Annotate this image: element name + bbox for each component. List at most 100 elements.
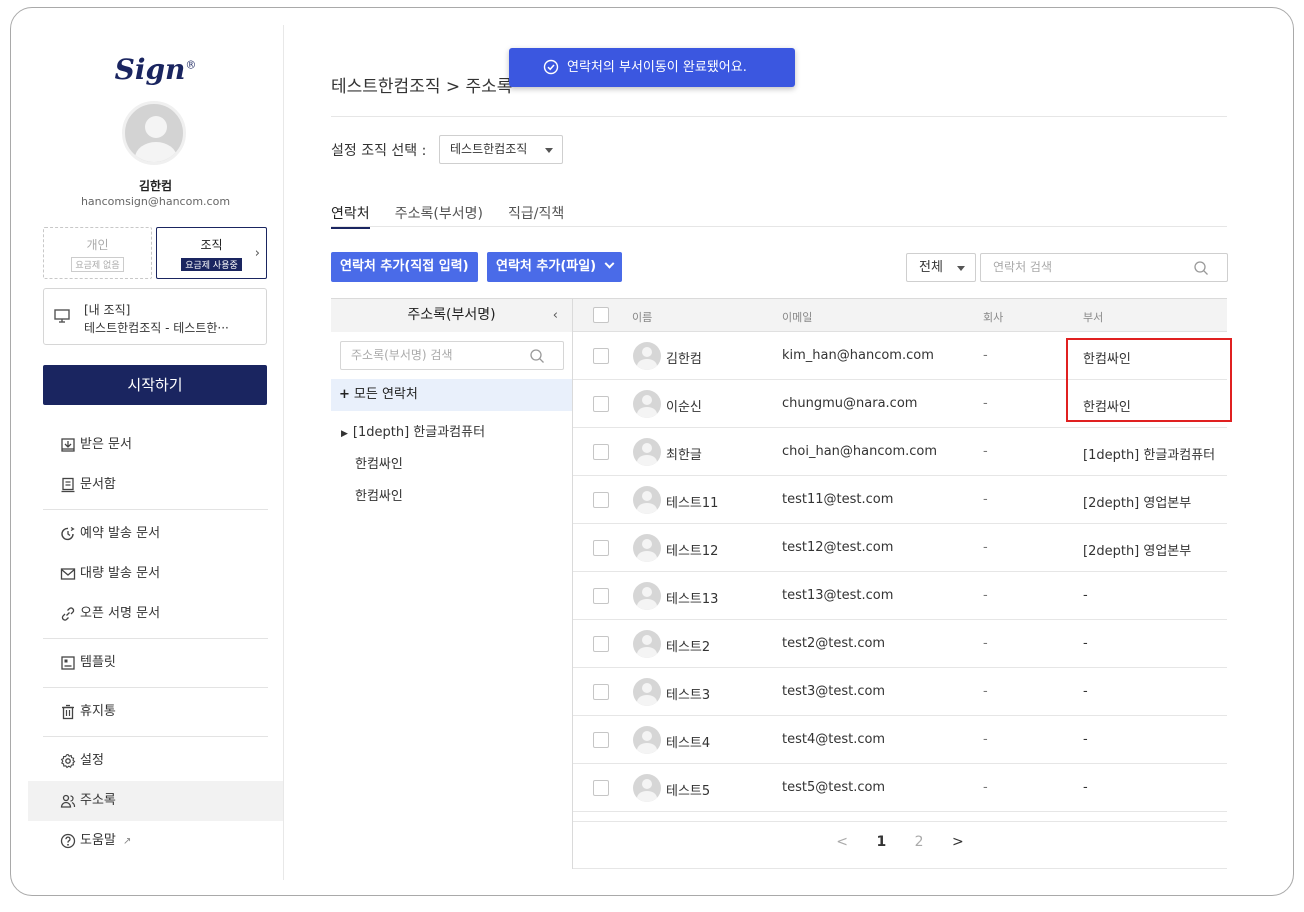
org-select[interactable]: 테스트한컴조직	[439, 135, 563, 164]
plan-personal-tag: 요금제 없음	[71, 257, 124, 272]
collapse-icon[interactable]: ‹	[553, 299, 558, 332]
avatar	[633, 774, 661, 802]
search-icon[interactable]	[1193, 260, 1209, 276]
tree-item-hancomsign[interactable]: 한컴싸인	[355, 485, 403, 504]
add-contact-direct-button[interactable]: 연락처 추가(직접 입력)	[331, 252, 478, 282]
row-checkbox[interactable]	[593, 588, 609, 604]
tab-address-book[interactable]: 주소록(부서명)	[395, 203, 483, 227]
row-checkbox[interactable]	[593, 684, 609, 700]
contact-email: chungmu@nara.com	[782, 396, 918, 411]
table-row[interactable]: 테스트2 test2@test.com - -	[573, 620, 1227, 668]
add-contact-file-button[interactable]: 연락처 추가(파일)	[487, 252, 623, 282]
external-link-icon: ↗	[123, 836, 132, 847]
plan-org-tag: 요금제 사용중	[181, 258, 242, 271]
avatar	[633, 342, 661, 370]
contact-email: kim_han@hancom.com	[782, 348, 934, 363]
next-page-button[interactable]: >	[952, 834, 964, 850]
menu-item-help[interactable]: 도움말 ↗	[28, 821, 283, 861]
menu-item-received[interactable]: 받은 문서	[28, 425, 283, 465]
menu-item-bulk[interactable]: 대량 발송 문서	[28, 554, 283, 594]
start-button[interactable]: 시작하기	[43, 365, 267, 405]
menu-item-scheduled[interactable]: 예약 발송 문서	[28, 514, 283, 554]
user-name: 김한컴	[138, 179, 173, 193]
pagination: < 1 2 >	[573, 834, 1227, 850]
avatar	[633, 726, 661, 754]
row-checkbox[interactable]	[593, 492, 609, 508]
menu-divider	[43, 509, 268, 510]
tab-positions[interactable]: 직급/직책	[508, 203, 564, 227]
menu-item-contacts[interactable]: 주소록	[28, 781, 283, 821]
menu-item-docbox[interactable]: 문서함	[28, 465, 283, 505]
select-all-checkbox[interactable]	[593, 307, 609, 323]
menu-item-trash[interactable]: 휴지통	[28, 692, 283, 732]
row-checkbox[interactable]	[593, 444, 609, 460]
caret-right-icon: ▶	[341, 429, 348, 439]
page-2-button[interactable]: 2	[915, 834, 924, 850]
plan-personal-label: 개인	[86, 238, 109, 252]
menu-label: 대량 발송 문서	[80, 566, 161, 581]
contact-company: -	[983, 540, 988, 555]
row-checkbox[interactable]	[593, 348, 609, 364]
org-select-label: 설정 조직 선택 :	[331, 143, 427, 159]
sidebar: Sign® 김한컴 hancomsign@hancom.com 개인 요금제 없…	[28, 25, 283, 880]
prev-page-button[interactable]: <	[836, 834, 848, 850]
plan-org-card[interactable]: 조직 요금제 사용중 ›	[156, 227, 267, 279]
menu-divider	[43, 687, 268, 688]
address-book-title: 주소록(부서명)	[407, 307, 496, 323]
row-checkbox[interactable]	[593, 732, 609, 748]
avatar[interactable]	[122, 101, 186, 165]
tab-bar: 연락처 주소록(부서명) 직급/직책	[331, 203, 584, 229]
table-row[interactable]: 테스트11 test11@test.com - [2depth] 영업본부	[573, 476, 1227, 524]
search-icon[interactable]	[529, 348, 545, 364]
menu-item-template[interactable]: 템플릿	[28, 643, 283, 683]
tree-item-hancomsign[interactable]: 한컴싸인	[355, 453, 403, 472]
contact-email: choi_han@hancom.com	[782, 444, 938, 459]
table-row[interactable]: 테스트12 test12@test.com - [2depth] 영업본부	[573, 524, 1227, 572]
table-row[interactable]: 최한글 choi_han@hancom.com - [1depth] 한글과컴퓨터	[573, 428, 1227, 476]
address-book-header: 주소록(부서명) ‹	[331, 299, 572, 332]
menu-label: 받은 문서	[80, 437, 132, 452]
contact-name: 테스트12	[666, 544, 719, 559]
contact-search-input[interactable]: 연락처 검색	[980, 253, 1228, 282]
contact-name: 테스트4	[666, 736, 711, 751]
header-divider	[331, 116, 1227, 117]
org-select-value: 테스트한컴조직	[450, 142, 528, 156]
contact-name: 테스트3	[666, 688, 711, 703]
contact-dept: -	[1083, 636, 1088, 651]
caret-down-icon	[545, 148, 553, 153]
filter-value: 전체	[919, 260, 943, 275]
row-checkbox[interactable]	[593, 540, 609, 556]
document-box-icon	[61, 477, 75, 493]
contact-company: -	[983, 588, 988, 603]
menu-item-settings[interactable]: 설정	[28, 741, 283, 781]
plan-personal-card[interactable]: 개인 요금제 없음	[43, 227, 152, 279]
table-row[interactable]: 테스트13 test13@test.com - -	[573, 572, 1227, 620]
logo[interactable]: Sign®	[28, 53, 283, 86]
table-row[interactable]: 테스트5 test5@test.com - -	[573, 764, 1227, 812]
menu-divider	[43, 638, 268, 639]
contacts-icon	[60, 794, 76, 808]
table-row[interactable]: 테스트4 test4@test.com - -	[573, 716, 1227, 764]
contact-company: -	[983, 780, 988, 795]
my-org-selector[interactable]: [내 조직] 테스트한컴조직 - 테스트한···	[43, 288, 267, 345]
tree-all-contacts[interactable]: + 모든 연락처	[331, 379, 572, 411]
menu-label: 휴지통	[80, 704, 116, 719]
page-1-button[interactable]: 1	[876, 834, 886, 850]
chevron-down-icon	[604, 258, 615, 269]
row-checkbox[interactable]	[593, 780, 609, 796]
tree-item-1depth[interactable]: ▶ [1depth] 한글과컴퓨터	[341, 421, 485, 440]
contact-email: test11@test.com	[782, 492, 894, 507]
tree-all-label: 모든 연락처	[353, 387, 418, 402]
filter-select[interactable]: 전체	[906, 253, 976, 282]
address-book-search-input[interactable]: 주소록(부서명) 검색	[340, 341, 564, 370]
contact-company: -	[983, 396, 988, 411]
contact-email: test13@test.com	[782, 588, 894, 603]
menu-item-open-sign[interactable]: 오픈 서명 문서	[28, 594, 283, 634]
monitor-icon	[54, 309, 70, 323]
contact-company: -	[983, 444, 988, 459]
contact-dept: -	[1083, 684, 1088, 699]
row-checkbox[interactable]	[593, 396, 609, 412]
contact-dept: -	[1083, 780, 1088, 795]
row-checkbox[interactable]	[593, 636, 609, 652]
table-row[interactable]: 테스트3 test3@test.com - -	[573, 668, 1227, 716]
